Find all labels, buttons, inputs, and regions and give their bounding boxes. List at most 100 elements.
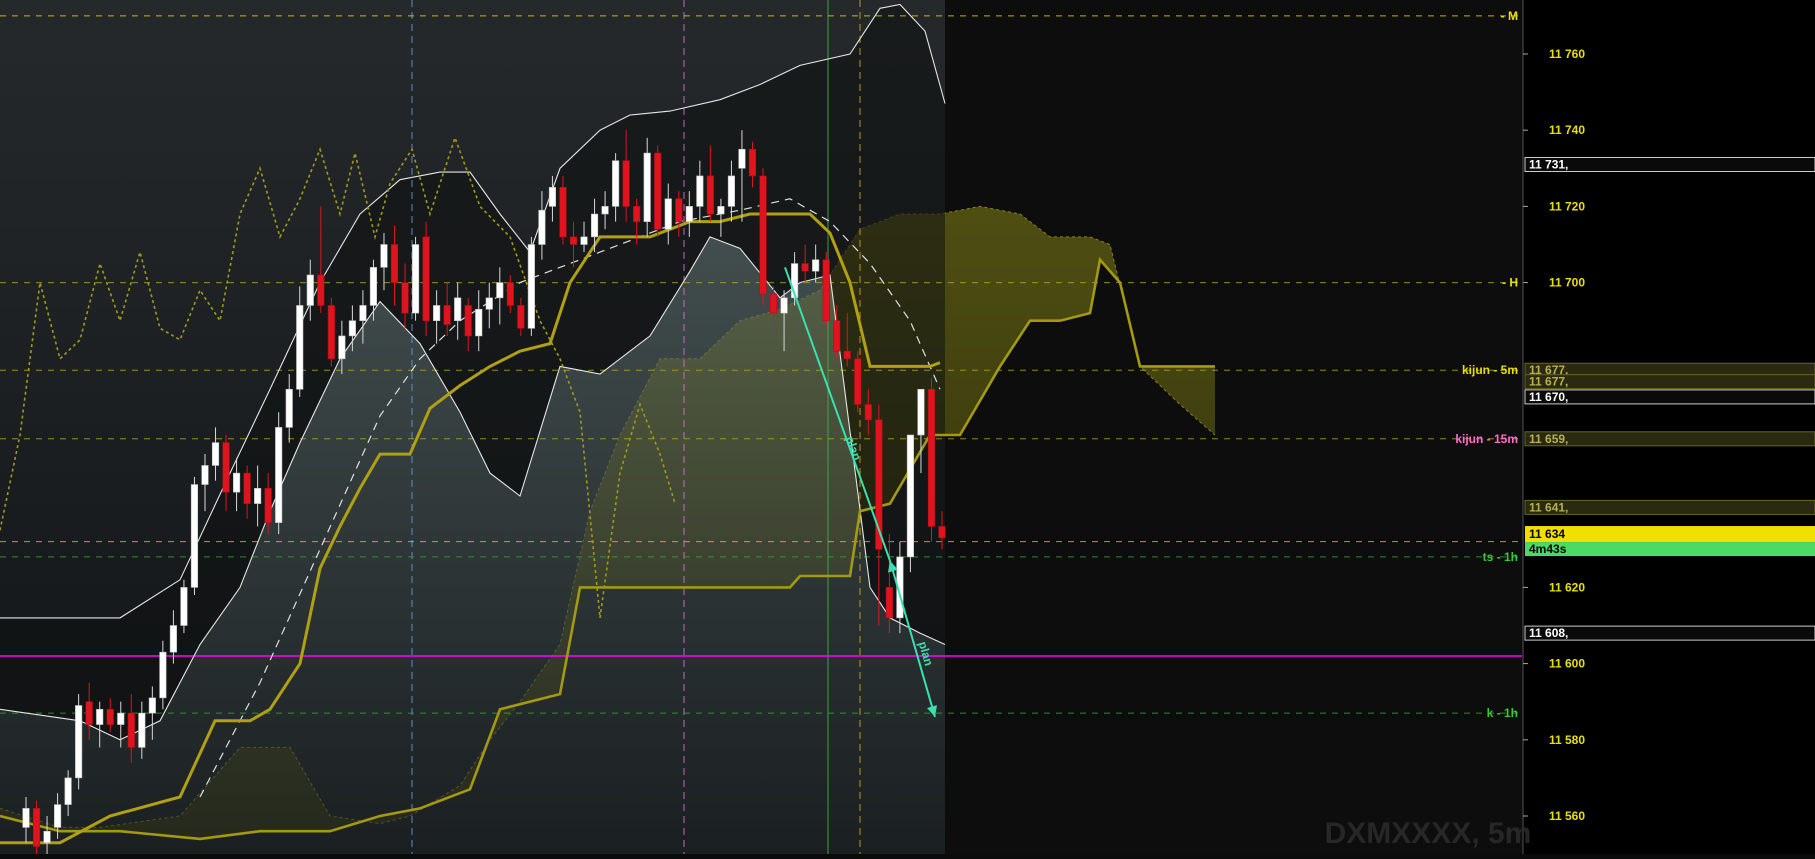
candle-body bbox=[43, 830, 51, 843]
candle-body bbox=[759, 175, 767, 295]
candle bbox=[275, 412, 283, 535]
price-tag-box bbox=[1524, 499, 1815, 515]
candle-body bbox=[85, 701, 93, 725]
candle-body bbox=[538, 209, 546, 245]
candle-body bbox=[327, 305, 335, 360]
candle-body bbox=[854, 358, 862, 405]
candle-body bbox=[685, 206, 693, 222]
axis-tick-label: 11 560 bbox=[1549, 809, 1585, 823]
candle-body bbox=[106, 709, 114, 725]
level-label-kijun-5m: kijun - 5m bbox=[1462, 363, 1518, 377]
candle-body bbox=[254, 488, 262, 504]
candle-body bbox=[296, 305, 304, 390]
candle-body bbox=[496, 282, 504, 299]
price-tag-label: 11 731, bbox=[1529, 157, 1568, 171]
candle-body bbox=[654, 152, 662, 230]
candle-body bbox=[359, 305, 367, 321]
level-label-kijun-15m: kijun - 15m bbox=[1455, 432, 1518, 446]
candle-body bbox=[159, 651, 167, 699]
candle-body bbox=[180, 587, 188, 626]
candle bbox=[759, 168, 767, 306]
price-axis[interactable]: 11 760 11 740 11 720 11 700 11 620 11 600 11 5… bbox=[1522, 0, 1815, 854]
axis-tick-label: 11 580 bbox=[1549, 733, 1585, 747]
candle-body bbox=[885, 587, 893, 619]
candle-body bbox=[569, 236, 578, 245]
future-area bbox=[945, 0, 1522, 854]
level-label-k-1h: k - 1h bbox=[1487, 706, 1518, 720]
candle-body bbox=[54, 804, 62, 828]
candle bbox=[927, 377, 936, 542]
price-tag-box bbox=[1524, 431, 1815, 447]
candle-body bbox=[485, 297, 493, 310]
candle bbox=[411, 236, 420, 321]
candle-body bbox=[864, 404, 872, 421]
price-tag-box bbox=[1524, 156, 1815, 172]
candle-body bbox=[306, 274, 314, 306]
candle-body bbox=[454, 297, 462, 321]
candle-body bbox=[264, 488, 272, 523]
candle-body bbox=[548, 187, 557, 207]
candle-body bbox=[96, 709, 104, 725]
candle-body bbox=[801, 263, 809, 272]
price-tag-label: 11 677, bbox=[1529, 375, 1568, 389]
current-price-box[interactable] bbox=[1525, 526, 1815, 543]
candle-body bbox=[222, 442, 230, 493]
candle-body bbox=[233, 472, 241, 493]
candle bbox=[422, 221, 430, 336]
candle-timer-box bbox=[1525, 542, 1815, 557]
candle-body bbox=[211, 442, 220, 466]
candle-body bbox=[506, 282, 514, 306]
candle-body bbox=[422, 236, 430, 322]
candle-body bbox=[780, 297, 788, 314]
candle-body bbox=[475, 308, 483, 337]
candle-body bbox=[380, 244, 388, 268]
candle-body bbox=[527, 244, 535, 329]
candle-body bbox=[443, 305, 451, 325]
candle-body bbox=[706, 175, 714, 215]
candle-body bbox=[748, 148, 757, 177]
candle-body bbox=[927, 388, 936, 527]
candle-body bbox=[338, 335, 346, 360]
candle-body bbox=[201, 465, 209, 485]
candle bbox=[32, 800, 41, 855]
trading-chart[interactable]: plan plan 11 760 11 740 11 720 11 700 11 620 1… bbox=[0, 0, 1815, 859]
candle-body bbox=[390, 244, 399, 283]
candle-body bbox=[22, 808, 30, 828]
price-tag-box bbox=[1524, 625, 1815, 641]
candle-body bbox=[411, 244, 420, 314]
candle-body bbox=[32, 808, 41, 847]
candle-body bbox=[906, 434, 914, 558]
candle-body bbox=[243, 472, 251, 504]
candle-body bbox=[612, 160, 620, 207]
candle-body bbox=[433, 305, 441, 321]
level-label-ts-1h: ts - 1h bbox=[1483, 550, 1518, 564]
candle-body bbox=[696, 175, 704, 207]
candle-body bbox=[812, 259, 820, 272]
axis-tick-label: 11 760 bbox=[1549, 47, 1585, 61]
candle-body bbox=[938, 526, 946, 539]
candle-body bbox=[401, 282, 409, 314]
candle-body bbox=[117, 712, 125, 725]
price-tag-label: 11 608, bbox=[1529, 626, 1568, 640]
candle-body bbox=[169, 625, 177, 653]
candle-body bbox=[275, 427, 283, 523]
candle-body bbox=[727, 175, 735, 207]
axis-tick-label: 11 720 bbox=[1549, 199, 1585, 213]
candle-body bbox=[148, 697, 156, 714]
candle-body bbox=[348, 320, 356, 337]
price-tag-box bbox=[1524, 374, 1815, 390]
candle-body bbox=[75, 705, 83, 779]
candle-body bbox=[285, 388, 293, 428]
candle bbox=[527, 236, 535, 336]
chart-canvas[interactable]: planplan 11 76011 74011 72011 70011 6201… bbox=[0, 0, 1815, 859]
candle-body bbox=[633, 206, 641, 222]
candle-body bbox=[664, 198, 672, 230]
candle-body bbox=[590, 213, 599, 238]
candle-body bbox=[769, 293, 778, 314]
level-label-H: - H bbox=[1502, 276, 1518, 290]
candle-body bbox=[601, 206, 609, 215]
candle-body bbox=[464, 305, 472, 337]
candle bbox=[854, 351, 862, 413]
price-tag-label: 11 659, bbox=[1529, 432, 1568, 446]
symbol-watermark: DXMXXXX, 5m bbox=[1325, 817, 1532, 850]
